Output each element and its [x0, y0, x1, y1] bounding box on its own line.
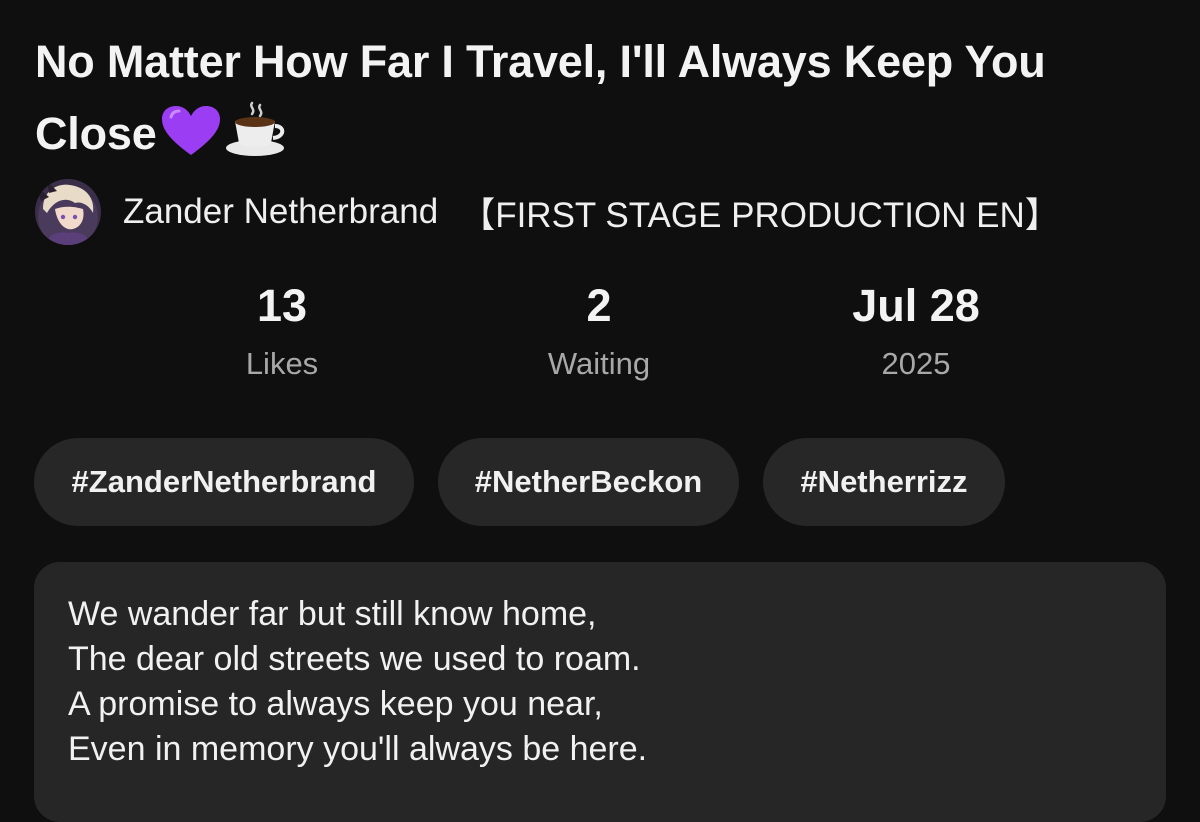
- purple-heart-icon: [161, 105, 221, 178]
- channel-row[interactable]: Zander Netherbrand 【FIRST STAGE PRODUCTI…: [35, 178, 1060, 246]
- channel-affiliation: 【FIRST STAGE PRODUCTION EN】: [460, 195, 1060, 235]
- stat-value: Jul 28: [852, 280, 980, 331]
- hashtag-chip[interactable]: #NetherBeckon: [438, 438, 739, 526]
- avatar[interactable]: [35, 179, 101, 245]
- stat-label: Likes: [245, 346, 319, 381]
- stat-value: 2: [586, 280, 612, 331]
- stat-waiting: 2 Waiting: [469, 278, 729, 384]
- description-line: A promise to always keep you near,: [68, 685, 603, 723]
- video-title: No Matter How Far I Travel, I'll Always …: [35, 26, 1145, 178]
- stat-label: 2025: [881, 346, 951, 381]
- stat-label: Waiting: [547, 346, 651, 381]
- description-card[interactable]: We wander far but still know home, The d…: [34, 562, 1166, 822]
- description-line: We wander far but still know home,: [68, 595, 597, 633]
- hashtag-chip[interactable]: #ZanderNetherbrand: [34, 438, 414, 526]
- stat-date: Jul 28 2025: [786, 278, 1046, 384]
- stat-likes: 13 Likes: [152, 278, 412, 384]
- description-line: Even in memory you'll always be here.: [68, 730, 648, 768]
- stat-value: 13: [256, 280, 308, 331]
- hashtag-chip[interactable]: #Netherrizz: [763, 438, 1005, 526]
- video-stats: 13 Likes 2 Waiting Jul 28 2025: [0, 278, 1200, 398]
- description-line: The dear old streets we used to roam.: [68, 640, 641, 678]
- hot-beverage-icon: [225, 101, 287, 178]
- channel-name[interactable]: Zander Netherbrand: [123, 192, 438, 232]
